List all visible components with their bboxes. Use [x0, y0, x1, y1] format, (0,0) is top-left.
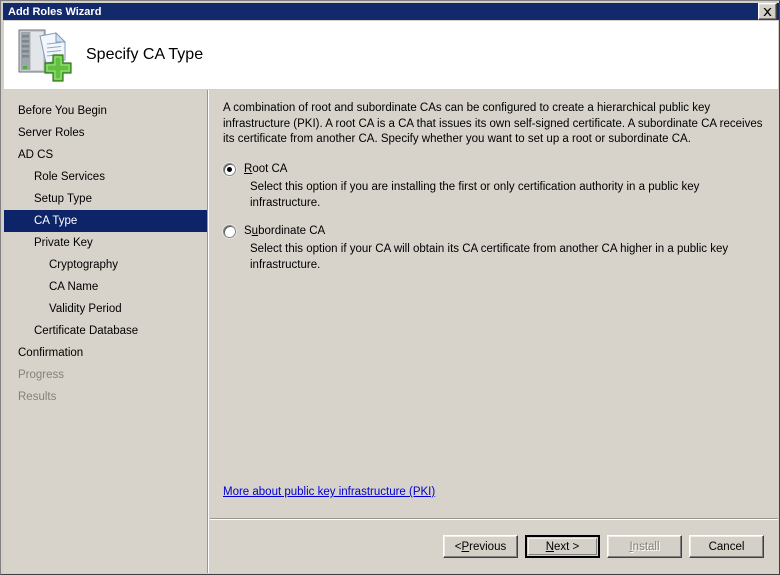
sidebar-item-confirmation[interactable]: Confirmation — [4, 342, 207, 364]
option-root-ca-head[interactable]: Root CA — [223, 162, 768, 178]
option-subordinate-ca-label-rest: bordinate CA — [258, 225, 325, 237]
option-subordinate-ca-head[interactable]: Subordinate CA — [223, 224, 768, 240]
radio-selected-dot-icon — [227, 167, 232, 172]
next-button[interactable]: Next > — [525, 535, 600, 558]
previous-button-accel: P — [461, 541, 469, 553]
option-subordinate-ca-description: Select this option if your CA will obtai… — [250, 242, 750, 273]
sidebar-item-private-key[interactable]: Private Key — [4, 232, 207, 254]
next-button-rest: ext > — [554, 541, 579, 553]
wizard-content-panel: A combination of root and subordinate CA… — [210, 90, 778, 573]
radio-root-ca[interactable] — [223, 163, 236, 176]
sidebar-item-server-roles[interactable]: Server Roles — [4, 122, 207, 144]
sidebar-item-cryptography[interactable]: Cryptography — [4, 254, 207, 276]
previous-button[interactable]: < Previous — [443, 535, 518, 558]
close-button[interactable] — [758, 3, 777, 20]
previous-button-pre: < — [455, 541, 462, 553]
sidebar-item-validity-period[interactable]: Validity Period — [4, 298, 207, 320]
next-button-accel: N — [546, 541, 554, 553]
page-title: Specify CA Type — [86, 46, 203, 64]
server-add-role-icon — [13, 27, 73, 83]
sidebar-item-ca-type[interactable]: CA Type — [4, 210, 207, 232]
install-button: Install — [607, 535, 682, 558]
sidebar-item-certificate-database[interactable]: Certificate Database — [4, 320, 207, 342]
sidebar-item-setup-type[interactable]: Setup Type — [4, 188, 207, 210]
more-about-pki-link[interactable]: More about public key infrastructure (PK… — [223, 486, 435, 498]
sidebar-item-ad-cs[interactable]: AD CS — [4, 144, 207, 166]
option-subordinate-ca-label-pre: S — [244, 225, 252, 237]
cancel-button-label: Cancel — [709, 541, 745, 553]
add-roles-wizard-window: Add Roles Wizard — [0, 0, 780, 575]
sidebar-item-ca-name[interactable]: CA Name — [4, 276, 207, 298]
intro-paragraph: A combination of root and subordinate CA… — [223, 101, 765, 148]
sidebar-item-role-services[interactable]: Role Services — [4, 166, 207, 188]
option-root-ca-label[interactable]: Root CA — [244, 162, 287, 176]
option-subordinate-ca[interactable]: Subordinate CA Select this option if you… — [223, 224, 768, 273]
sidebar-item-progress: Progress — [4, 364, 207, 386]
sidebar-item-results: Results — [4, 386, 207, 408]
ca-type-radio-group: Root CA Select this option if you are in… — [223, 162, 768, 286]
wizard-sidebar: Before You Begin Server Roles AD CS Role… — [4, 90, 207, 573]
wizard-steps-list: Before You Begin Server Roles AD CS Role… — [4, 90, 207, 408]
radio-subordinate-ca[interactable] — [223, 225, 236, 238]
sidebar-item-before-you-begin[interactable]: Before You Begin — [4, 100, 207, 122]
wizard-header: Specify CA Type — [4, 21, 778, 89]
wizard-footer: < Previous Next > Install Cancel — [210, 520, 778, 573]
wizard-button-bar: < Previous Next > Install Cancel — [443, 535, 764, 558]
title-bar: Add Roles Wizard — [3, 3, 779, 20]
window-title: Add Roles Wizard — [3, 6, 101, 18]
sidebar-content-divider — [207, 90, 209, 573]
radio-ring-icon — [223, 225, 236, 238]
option-root-ca[interactable]: Root CA Select this option if you are in… — [223, 162, 768, 211]
option-root-ca-label-rest: oot CA — [252, 163, 287, 175]
cancel-button[interactable]: Cancel — [689, 535, 764, 558]
close-icon — [763, 8, 772, 16]
option-subordinate-ca-label[interactable]: Subordinate CA — [244, 224, 325, 238]
previous-button-rest: revious — [469, 541, 506, 553]
option-root-ca-description: Select this option if you are installing… — [250, 180, 750, 211]
install-button-rest: nstall — [633, 541, 660, 553]
